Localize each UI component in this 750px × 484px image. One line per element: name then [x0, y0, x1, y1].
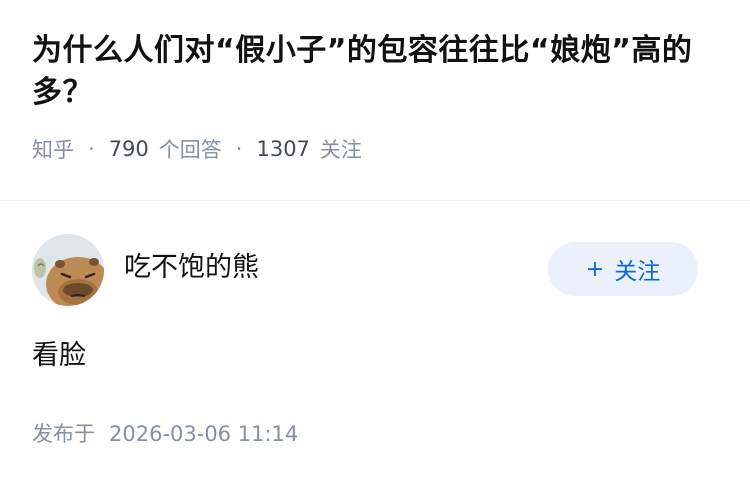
- answer-count: 790: [108, 137, 149, 161]
- published-time: 2026-03-06 11:14: [109, 422, 299, 446]
- answer-author: 吃不饱的熊 + 关注: [32, 234, 698, 306]
- meta-separator: ·: [88, 137, 95, 161]
- follower-count: 1307: [256, 137, 310, 161]
- answer-publish-time: 发布于 2026-03-06 11:14: [32, 418, 298, 448]
- follower-count-label: 关注: [319, 138, 362, 162]
- published-label: 发布于: [32, 422, 95, 446]
- question-title[interactable]: 为什么人们对“假小子”的包容往往比“娘炮”高的多？: [32, 30, 722, 114]
- source-label: 知乎: [32, 138, 74, 162]
- answer-count-label: 个回答: [158, 138, 222, 162]
- plus-icon: +: [585, 256, 605, 282]
- section-divider: [0, 200, 750, 201]
- question-header: 为什么人们对“假小子”的包容往往比“娘炮”高的多？ 知乎 · 790 个回答 ·…: [32, 30, 722, 164]
- question-meta: 知乎 · 790 个回答 · 1307 关注: [32, 134, 722, 164]
- follow-button[interactable]: + 关注: [548, 242, 698, 296]
- follow-button-label: 关注: [614, 259, 661, 285]
- meta-separator: ·: [235, 137, 243, 161]
- author-name[interactable]: 吃不饱的熊: [124, 250, 259, 286]
- answer-content[interactable]: 看脸: [32, 338, 86, 374]
- capybara-avatar-icon[interactable]: [32, 234, 104, 306]
